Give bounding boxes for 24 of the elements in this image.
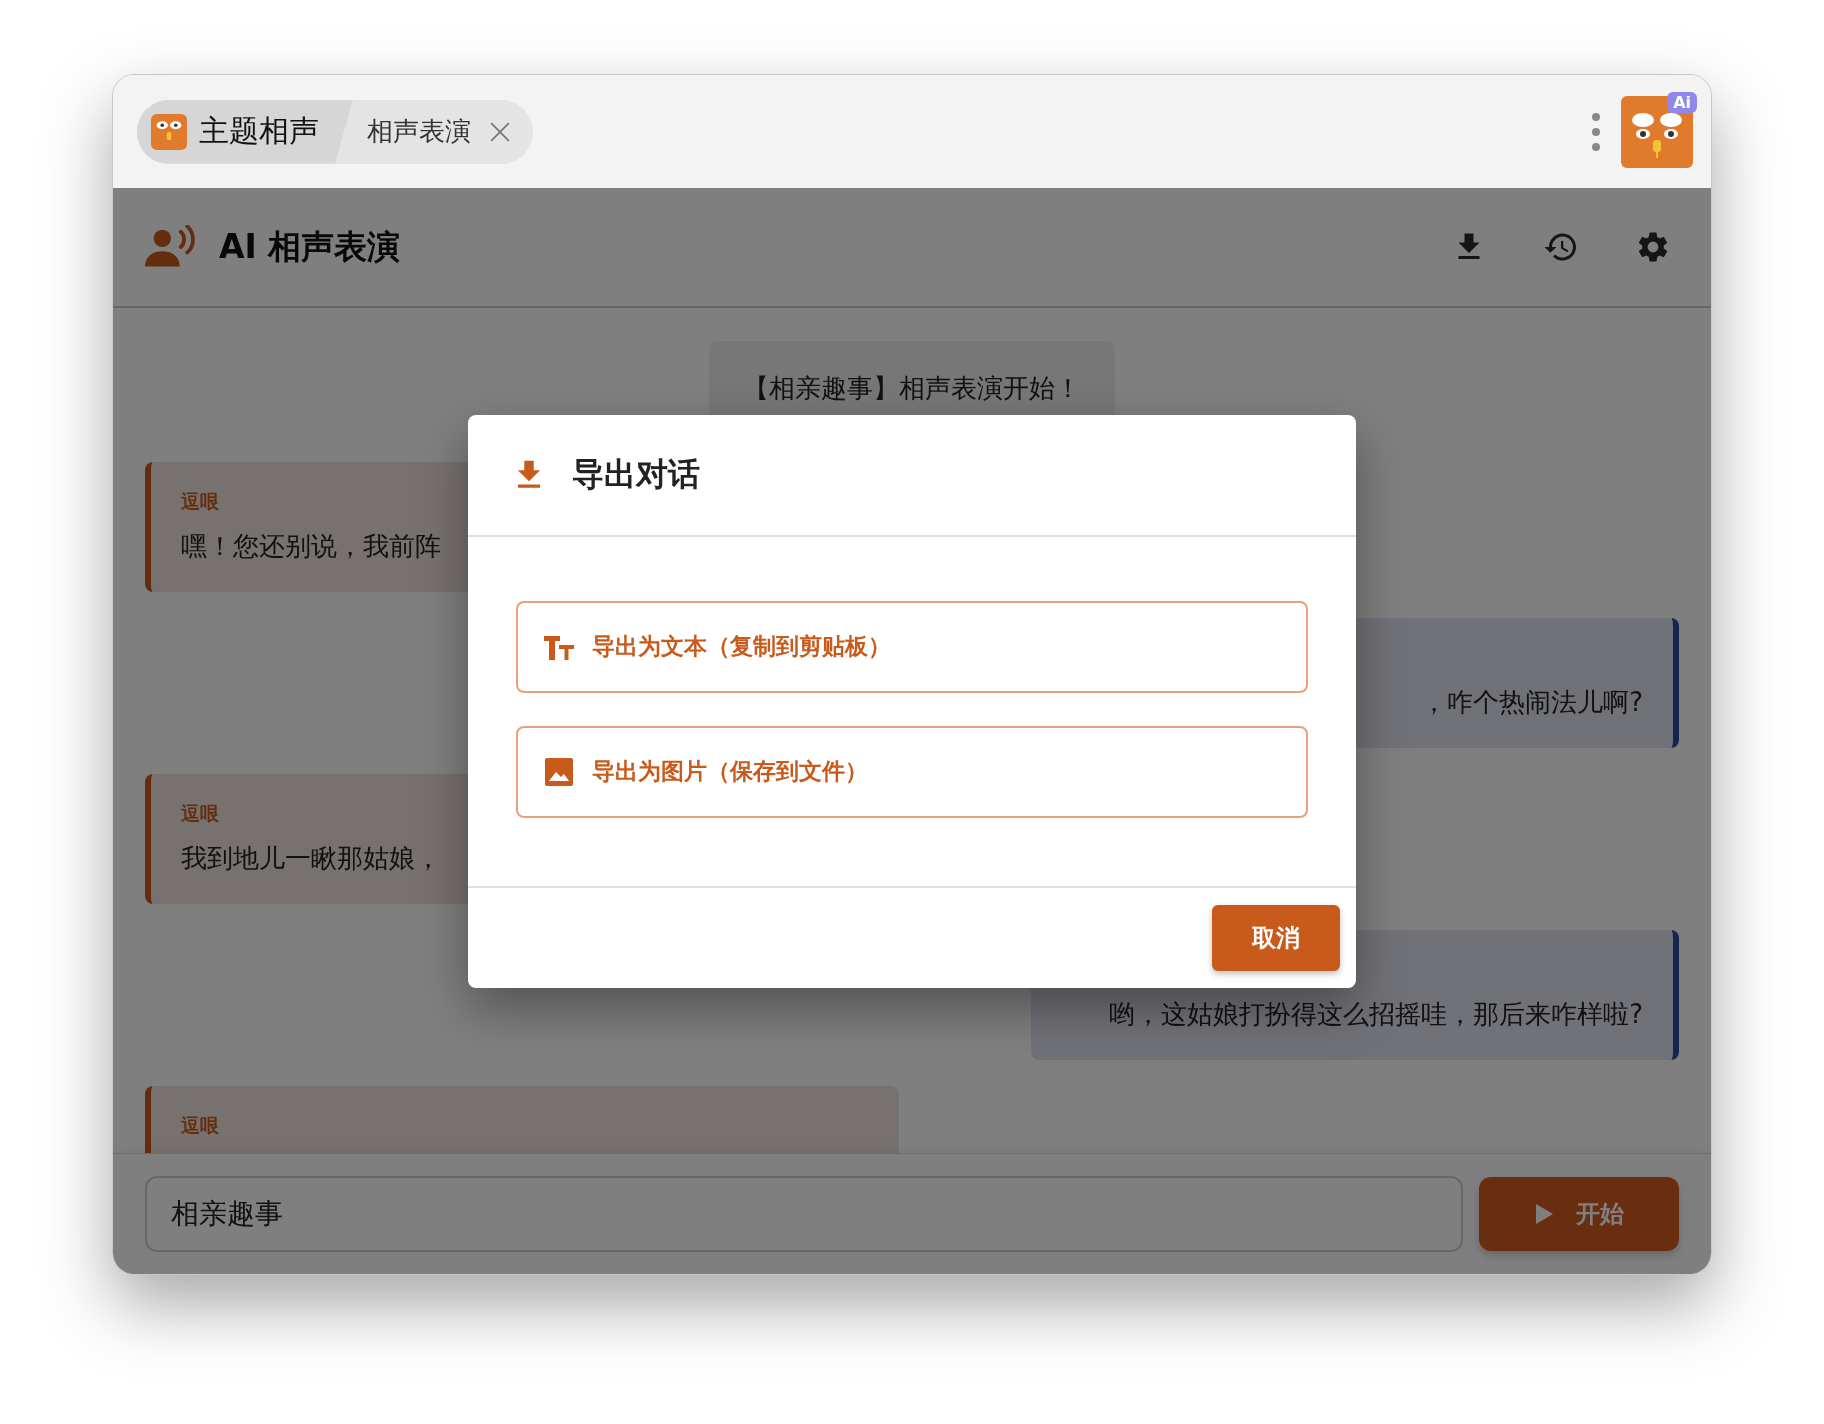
export-option-button[interactable]: 导出为图片（保存到文件） (516, 725, 1308, 818)
image-icon (544, 757, 574, 786)
tab[interactable]: 主题相声 (137, 99, 353, 164)
speaker-name: 逗哏 (181, 489, 220, 514)
speaker-name: 逗哏 (181, 1113, 220, 1138)
message-text: 我到地儿一瞅那姑娘， (181, 842, 442, 875)
app-title: AI 相声表演 (219, 225, 401, 268)
cancel-button[interactable]: 取消 (1212, 904, 1340, 971)
play-icon (1534, 1203, 1554, 1225)
close-icon[interactable] (489, 120, 511, 143)
person-speaking-icon (145, 225, 197, 269)
more-icon[interactable] (1591, 111, 1601, 152)
owl-logo-icon (151, 113, 187, 150)
ai-badge: Ai (1667, 91, 1697, 113)
start-button[interactable]: 开始 (1479, 1177, 1679, 1251)
message-text: ，咋个热闹法儿啊? (1421, 686, 1643, 719)
dialog-title: 导出对话 (572, 453, 700, 495)
tab[interactable]: 相声表演 (353, 99, 533, 164)
speaker-name: 逗哏 (181, 801, 220, 826)
export-option-button[interactable]: 导出为文本（复制到剪贴板） (516, 600, 1308, 693)
topic-input[interactable]: 相亲趣事 (145, 1176, 1463, 1252)
owl-logo-icon[interactable] (1621, 95, 1693, 168)
message-text: 哟，这姑娘打扮得这么招摇哇，那后来咋样啦? (1109, 998, 1643, 1031)
message-text: 嘿！您还别说，我前阵 (181, 530, 442, 563)
